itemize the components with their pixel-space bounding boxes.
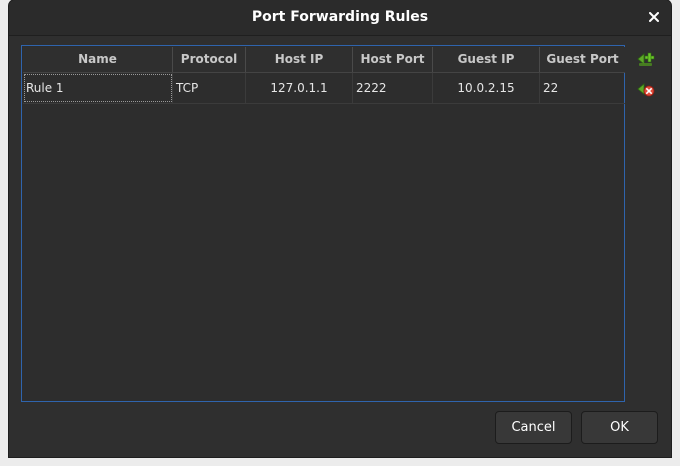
rules-table[interactable]: Name Protocol Host IP Host Port Guest IP…	[21, 45, 625, 402]
cell-protocol[interactable]: TCP	[173, 73, 246, 103]
column-header-guest-port[interactable]: Guest Port	[540, 47, 625, 72]
add-rule-button[interactable]	[636, 50, 656, 70]
port-forwarding-dialog: Port Forwarding Rules Name Protocol Host…	[9, 0, 671, 457]
dialog-title: Port Forwarding Rules	[251, 9, 429, 25]
cell-guest-port[interactable]: 22	[540, 73, 625, 103]
plus-icon	[637, 52, 655, 66]
remove-rule-button[interactable]	[636, 80, 656, 100]
column-header-host-port[interactable]: Host Port	[353, 47, 433, 72]
titlebar: Port Forwarding Rules	[9, 0, 671, 36]
remove-icon	[637, 83, 655, 97]
cell-host-port[interactable]: 2222	[353, 73, 433, 103]
cancel-button[interactable]: Cancel	[495, 411, 572, 444]
column-header-name[interactable]: Name	[23, 47, 173, 72]
close-icon	[649, 12, 659, 22]
table-header: Name Protocol Host IP Host Port Guest IP…	[23, 47, 625, 73]
column-header-protocol[interactable]: Protocol	[173, 47, 246, 72]
ok-button[interactable]: OK	[581, 411, 658, 444]
table-row[interactable]: Rule 1 TCP 127.0.1.1 2222 10.0.2.15 22	[23, 73, 625, 104]
cell-host-ip[interactable]: 127.0.1.1	[246, 73, 353, 103]
close-button[interactable]	[645, 8, 663, 26]
cell-name[interactable]: Rule 1	[23, 73, 173, 103]
column-header-guest-ip[interactable]: Guest IP	[433, 47, 540, 72]
cell-guest-ip[interactable]: 10.0.2.15	[433, 73, 540, 103]
column-header-host-ip[interactable]: Host IP	[246, 47, 353, 72]
